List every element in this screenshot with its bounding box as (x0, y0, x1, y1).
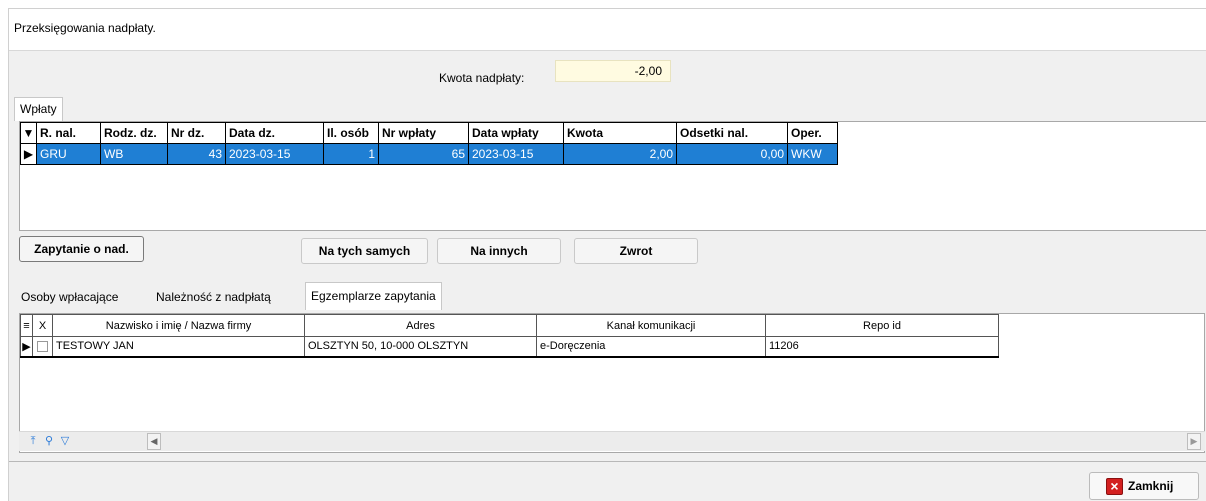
footer-divider (9, 461, 1206, 462)
col-odsetki-nal[interactable]: Odsetki nal. (676, 122, 788, 144)
col-repo-id[interactable]: Repo id (765, 314, 999, 337)
overpayment-label: Kwota nadpłaty: (439, 71, 525, 85)
scroll-left-button[interactable]: ◀ (147, 433, 161, 450)
search-icon[interactable]: ⚲ (43, 435, 55, 447)
query-overpayment-button[interactable]: Zapytanie o nad. (19, 236, 144, 262)
scroll-right-button[interactable]: ▶ (1187, 433, 1201, 450)
cell-il-osob[interactable]: 1 (323, 143, 379, 165)
column-menu-icon[interactable]: ▼ (20, 122, 37, 144)
dialog-window: Przeksięgowania nadpłaty. Kwota nadpłaty… (8, 8, 1206, 501)
cell-rodz-dz[interactable]: WB (100, 143, 168, 165)
col-rodz-dz[interactable]: Rodz. dz. (100, 122, 168, 144)
cell-oper[interactable]: WKW (787, 143, 838, 165)
col-il-osob[interactable]: Il. osób (323, 122, 379, 144)
col-data-dz[interactable]: Data dz. (225, 122, 324, 144)
cell-kwota[interactable]: 2,00 (563, 143, 677, 165)
row-indicator-icon: ▶ (20, 143, 37, 165)
col-adres[interactable]: Adres (304, 314, 537, 337)
grid-toolbar: ⤒ ⚲ ▽ ◀ ▶ (19, 431, 1205, 451)
col-data-wplaty[interactable]: Data wpłaty (468, 122, 564, 144)
col-nr-wplaty[interactable]: Nr wpłaty (378, 122, 469, 144)
tab-naleznosc[interactable]: Należność z nadpłatą (151, 286, 276, 310)
cell-nr-dz[interactable]: 43 (167, 143, 226, 165)
close-button-label: Zamknij (1128, 479, 1174, 493)
cell-odsetki-nal[interactable]: 0,00 (676, 143, 788, 165)
row-checkbox[interactable] (32, 336, 53, 358)
window-title: Przeksięgowania nadpłaty. (14, 21, 156, 35)
move-top-icon[interactable]: ⤒ (27, 435, 39, 447)
payments-grid[interactable]: ▼ R. nal. Rodz. dz. Nr dz. Data dz. Il. … (19, 121, 1206, 231)
cell-repo-id[interactable]: 11206 (765, 336, 999, 358)
cell-nazwisko[interactable]: TESTOWY JAN (52, 336, 305, 358)
tab-osoby-wplacajace[interactable]: Osoby wpłacające (16, 286, 123, 310)
overpayment-amount-field[interactable]: -2,00 (555, 60, 671, 82)
column-chooser-icon[interactable]: ≡ (20, 314, 33, 337)
tab-wplaty[interactable]: Wpłaty (14, 97, 63, 121)
title-bar: Przeksięgowania nadpłaty. (9, 9, 1206, 51)
col-x[interactable]: X (32, 314, 53, 337)
tab-egzemplarze[interactable]: Egzemplarze zapytania (305, 282, 442, 310)
other-button[interactable]: Na innych (437, 238, 561, 264)
close-button[interactable]: × Zamknij (1089, 472, 1199, 500)
copies-grid-header: ≡ X Nazwisko i imię / Nazwa firmy Adres … (20, 314, 999, 337)
checkbox-icon[interactable] (37, 340, 48, 352)
cell-adres[interactable]: OLSZTYN 50, 10-000 OLSZTYN (304, 336, 537, 358)
cell-nr-wplaty[interactable]: 65 (378, 143, 469, 165)
row-indicator-icon: ▶ (20, 336, 33, 358)
col-nr-dz[interactable]: Nr dz. (167, 122, 226, 144)
table-row[interactable]: ▶ GRU WB 43 2023-03-15 1 65 2023-03-15 2… (20, 143, 838, 165)
table-row[interactable]: ▶ TESTOWY JAN OLSZTYN 50, 10-000 OLSZTYN… (20, 336, 999, 358)
col-kwota[interactable]: Kwota (563, 122, 677, 144)
col-nazwisko[interactable]: Nazwisko i imię / Nazwa firmy (52, 314, 305, 337)
close-icon: × (1106, 478, 1123, 495)
filter-icon[interactable]: ▽ (59, 435, 71, 447)
cell-r-nal[interactable]: GRU (36, 143, 101, 165)
cell-kanal[interactable]: e-Doręczenia (536, 336, 766, 358)
cell-data-wplaty[interactable]: 2023-03-15 (468, 143, 564, 165)
cell-data-dz[interactable]: 2023-03-15 (225, 143, 324, 165)
refund-button[interactable]: Zwrot (574, 238, 698, 264)
col-r-nal[interactable]: R. nal. (36, 122, 101, 144)
col-oper[interactable]: Oper. (787, 122, 838, 144)
payments-grid-header: ▼ R. nal. Rodz. dz. Nr dz. Data dz. Il. … (20, 122, 838, 144)
col-kanal[interactable]: Kanał komunikacji (536, 314, 766, 337)
same-button[interactable]: Na tych samych (301, 238, 428, 264)
